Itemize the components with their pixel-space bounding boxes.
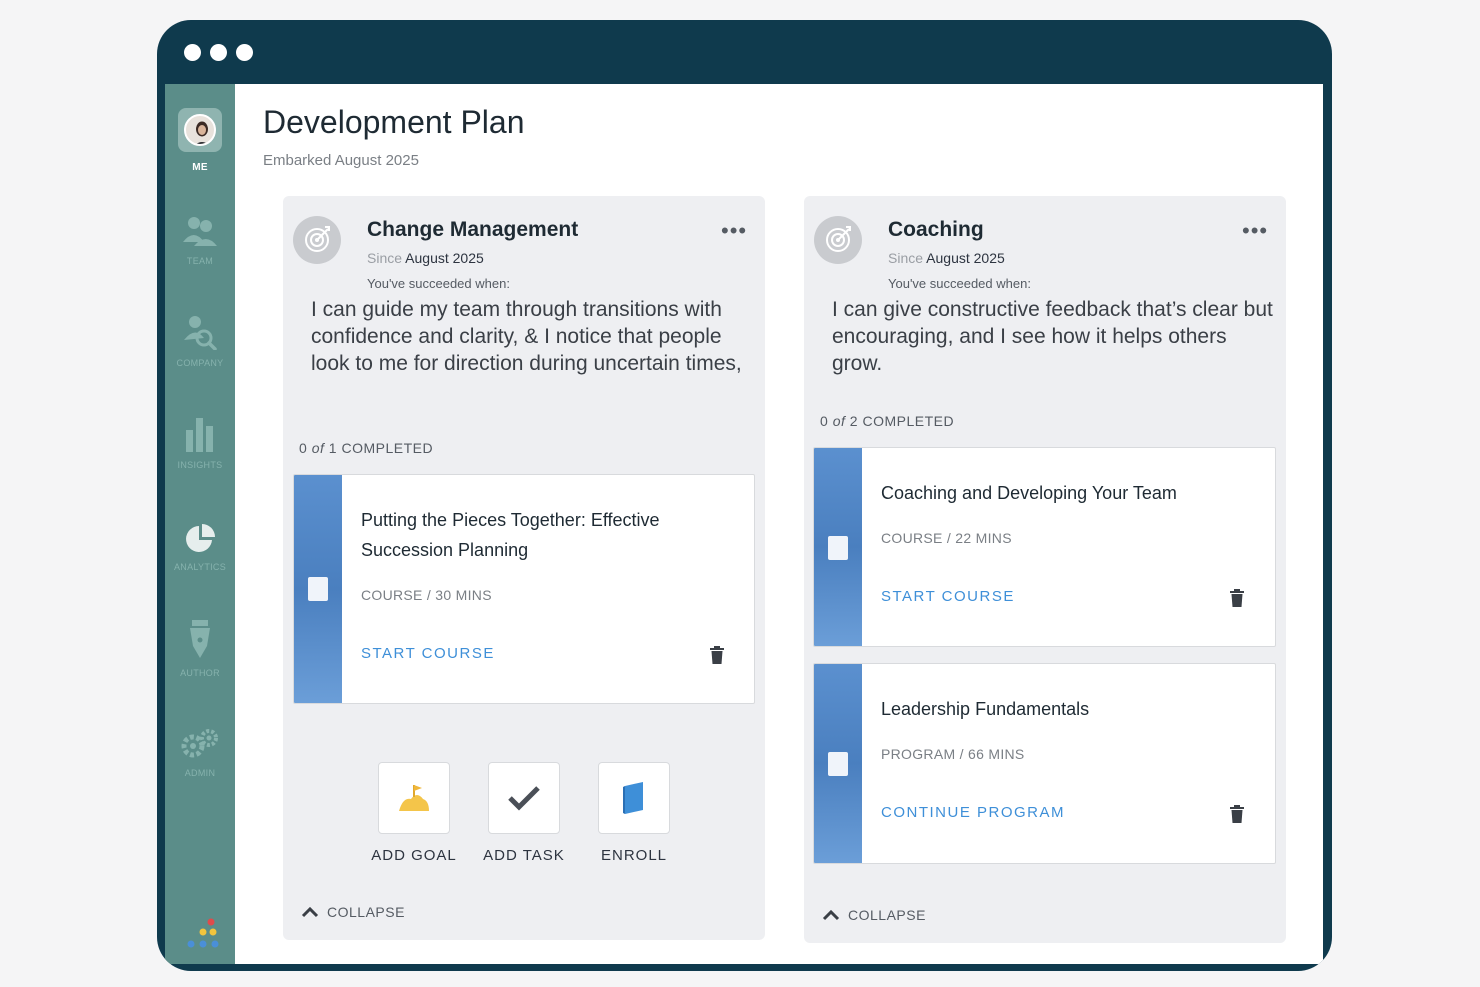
- collapse-button[interactable]: COLLAPSE: [822, 907, 926, 923]
- course-title: Leadership Fundamentals: [881, 699, 1090, 719]
- succeed-label: You've succeeded when:: [888, 276, 1031, 291]
- add-task-button[interactable]: [488, 762, 560, 834]
- gears-icon: [181, 729, 218, 758]
- course-meta: COURSE / 30 MINS: [361, 587, 492, 603]
- window-dot-icon: [236, 44, 253, 61]
- sidebar-item-company[interactable]: COMPANY: [165, 314, 235, 368]
- book-icon: [828, 536, 848, 560]
- continue-program-button[interactable]: CONTINUE PROGRAM: [881, 804, 1065, 821]
- course-card[interactable]: Coaching and Developing Your Team COURSE…: [813, 447, 1276, 647]
- brand-logo-icon: [187, 918, 219, 948]
- course-card[interactable]: Putting the Pieces Together: Effective S…: [293, 474, 755, 704]
- sidebar-item-team[interactable]: TEAM: [165, 214, 235, 266]
- add-goal-label: ADD GOAL: [371, 847, 457, 864]
- completed-count: 0 of 1 COMPLETED: [299, 440, 434, 456]
- succeed-text: I can give constructive feedback that’s …: [832, 298, 1273, 375]
- trash-icon[interactable]: [1229, 589, 1245, 607]
- completed-count: 0 of 2 COMPLETED: [820, 413, 955, 429]
- target-icon: [293, 216, 341, 264]
- sidebar-item-analytics[interactable]: ANALYTICS: [165, 524, 235, 572]
- add-goal-button[interactable]: [378, 762, 450, 834]
- company-search-icon: [184, 316, 217, 350]
- sidebar-item-label: TEAM: [186, 256, 214, 266]
- succeed-text: I can guide my team through transitions …: [311, 298, 742, 375]
- sidebar: ME TEAM COMPANY INSIGHTS ANALYTICS AUTHO…: [165, 84, 235, 964]
- goal-title: Coaching: [888, 218, 984, 241]
- course-thumbnail: [294, 475, 342, 703]
- goal-card-change-management: Change Management Since August 2025 ••• …: [283, 196, 765, 940]
- succeed-label: You've succeeded when:: [367, 276, 510, 291]
- avatar: [178, 108, 222, 152]
- goal-flag-icon: [399, 785, 429, 811]
- course-thumbnail: [814, 448, 862, 646]
- sidebar-item-me[interactable]: ME: [165, 108, 235, 173]
- course-card[interactable]: Leadership Fundamentals PROGRAM / 66 MIN…: [813, 663, 1276, 864]
- chevron-up-icon: [822, 909, 840, 921]
- course-meta: COURSE / 22 MINS: [881, 530, 1012, 546]
- main-content: Development Plan Embarked August 2025 Ch…: [235, 84, 1323, 964]
- sidebar-item-label: ADMIN: [184, 768, 216, 778]
- sidebar-item-label: ANALYTICS: [173, 562, 227, 572]
- trash-icon[interactable]: [1229, 805, 1245, 823]
- sidebar-item-insights[interactable]: INSIGHTS: [165, 416, 235, 470]
- window-titlebar: [157, 20, 1332, 84]
- book-icon: [308, 577, 328, 601]
- add-task-label: ADD TASK: [483, 847, 565, 864]
- bar-chart-icon: [186, 418, 213, 452]
- page-title: Development Plan: [263, 104, 525, 140]
- course-title: Putting the Pieces Together: Effective S…: [361, 510, 660, 560]
- pie-chart-icon: [186, 524, 215, 552]
- window-dot-icon: [184, 44, 201, 61]
- sidebar-item-admin[interactable]: ADMIN: [165, 728, 235, 778]
- goal-title: Change Management: [367, 218, 579, 241]
- start-course-button[interactable]: START COURSE: [361, 645, 495, 662]
- course-thumbnail: [814, 664, 862, 863]
- start-course-button[interactable]: START COURSE: [881, 588, 1015, 605]
- checkmark-icon: [508, 786, 540, 811]
- more-options-icon[interactable]: •••: [721, 218, 747, 244]
- enroll-label: ENROLL: [600, 847, 668, 864]
- goal-since: Since August 2025: [367, 250, 484, 266]
- team-icon: [183, 217, 217, 246]
- book-icon: [623, 782, 643, 814]
- goal-since: Since August 2025: [888, 250, 1005, 266]
- window-dot-icon: [210, 44, 227, 61]
- chevron-up-icon: [301, 906, 319, 918]
- collapse-button[interactable]: COLLAPSE: [301, 904, 405, 920]
- course-meta: PROGRAM / 66 MINS: [881, 746, 1025, 762]
- sidebar-item-label: AUTHOR: [180, 668, 220, 678]
- enroll-button[interactable]: [598, 762, 670, 834]
- trash-icon[interactable]: [709, 646, 725, 664]
- sidebar-item-author[interactable]: AUTHOR: [165, 620, 235, 678]
- page-subtitle: Embarked August 2025: [263, 152, 419, 169]
- pen-nib-icon: [190, 620, 210, 658]
- app-window: ME TEAM COMPANY INSIGHTS ANALYTICS AUTHO…: [157, 20, 1332, 971]
- book-icon: [828, 752, 848, 776]
- sidebar-item-label: COMPANY: [176, 358, 224, 368]
- course-title: Coaching and Developing Your Team: [881, 483, 1177, 503]
- target-icon: [814, 216, 862, 264]
- sidebar-item-label: ME: [192, 162, 208, 173]
- goal-card-coaching: Coaching Since August 2025 ••• You've su…: [804, 196, 1286, 943]
- more-options-icon[interactable]: •••: [1242, 218, 1268, 244]
- sidebar-item-label: INSIGHTS: [177, 460, 223, 470]
